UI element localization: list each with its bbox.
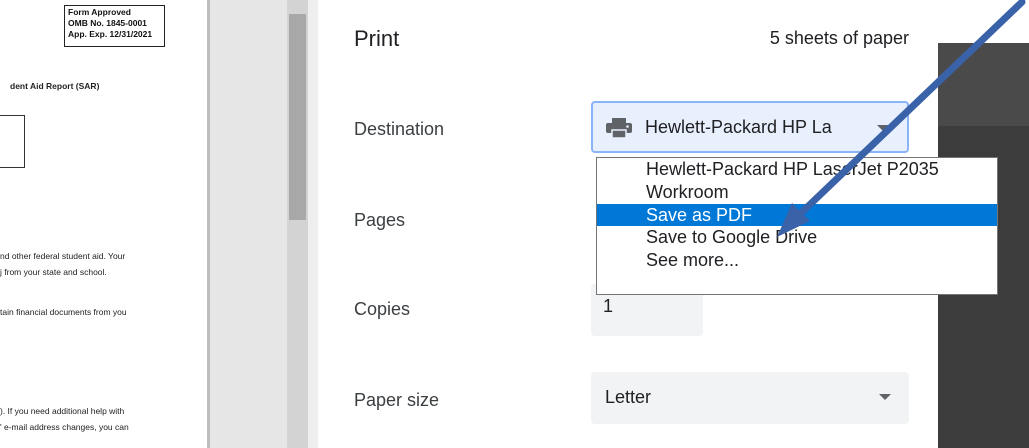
form-approval-line: OMB No. 1845-0001 — [68, 18, 147, 28]
document-preview: Form Approved OMB No. 1845-0001 App. Exp… — [0, 0, 207, 448]
dark-preview-header — [938, 43, 1029, 126]
paper-size-label: Paper size — [354, 390, 440, 410]
destination-value: Hewlett-Packard HP La — [645, 117, 832, 137]
document-text-line: nd other federal student aid. Your — [0, 251, 126, 261]
document-text-line: ). If you need additional help with — [0, 406, 125, 416]
preview-gutter — [210, 0, 287, 448]
chevron-down-icon — [877, 125, 889, 131]
pages-label: Pages — [354, 210, 406, 230]
paper-size-select[interactable]: Letter — [591, 372, 909, 424]
destination-dropdown: Hewlett-Packard HP LaserJet P2035 Workro… — [596, 157, 998, 295]
preview-scrollbar-thumb[interactable] — [289, 14, 306, 220]
destination-option-save-as-pdf[interactable]: Save as PDF — [597, 203, 997, 227]
copies-value: 1 — [603, 296, 614, 316]
printer-icon — [606, 118, 632, 138]
destination-select[interactable]: Hewlett-Packard HP La — [591, 101, 909, 153]
document-text-line: j from your state and school. — [0, 267, 107, 277]
document-bracket — [0, 115, 25, 168]
destination-option-see-more[interactable]: See more... — [597, 249, 997, 272]
destination-option-hp-laserjet[interactable]: Hewlett-Packard HP LaserJet P2035 — [597, 158, 997, 181]
report-title: dent Aid Report (SAR) — [10, 81, 100, 91]
paper-size-value: Letter — [605, 387, 652, 407]
panel-gutter — [308, 0, 318, 448]
sheet-count: 5 sheets of paper — [769, 28, 909, 48]
destination-label: Destination — [354, 119, 445, 139]
copies-label: Copies — [354, 299, 411, 319]
document-text-line: ' e-mail address changes, you can — [0, 422, 129, 432]
form-approval-line: App. Exp. 12/31/2021 — [68, 29, 153, 39]
chevron-down-icon — [879, 394, 891, 400]
print-title: Print — [354, 26, 400, 51]
form-approval-box: Form Approved OMB No. 1845-0001 App. Exp… — [64, 5, 165, 47]
destination-option-google-drive[interactable]: Save to Google Drive — [597, 226, 997, 249]
destination-option-workroom[interactable]: Workroom — [597, 181, 997, 204]
form-approval-line: Form Approved — [68, 7, 131, 17]
document-text-line: tain financial documents from you — [0, 307, 127, 317]
